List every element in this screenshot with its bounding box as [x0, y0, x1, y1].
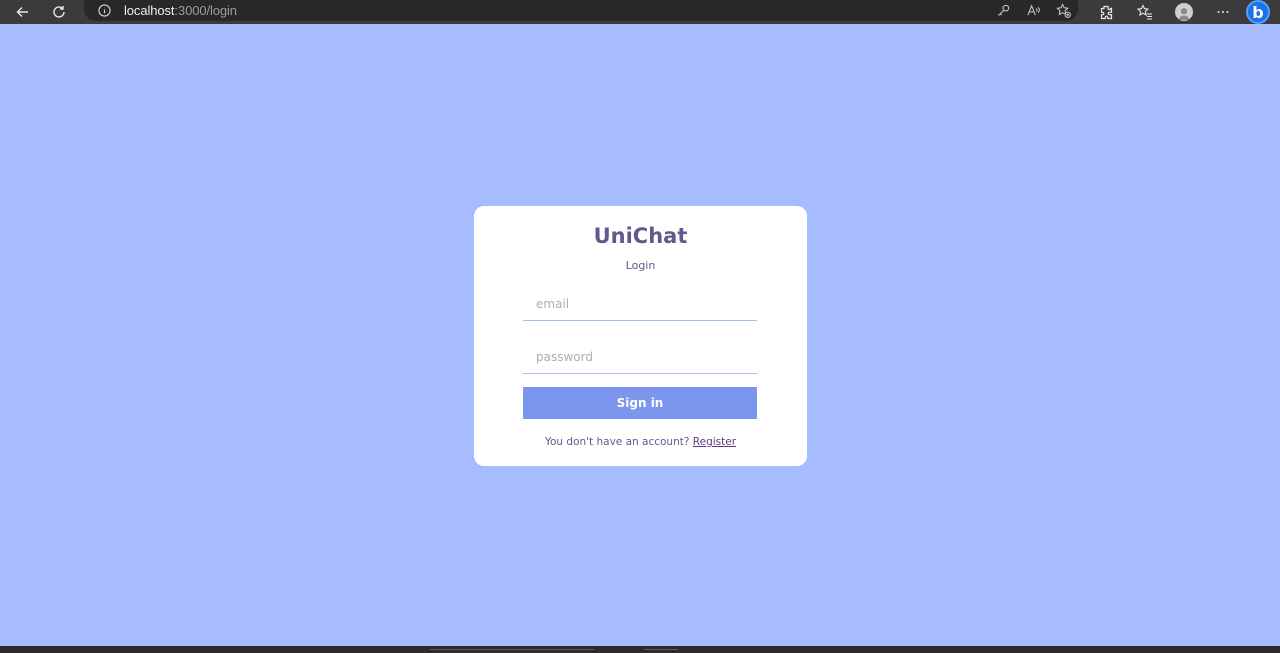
app-title: UniChat [593, 224, 688, 248]
register-prompt: You don't have an account? Register [474, 436, 807, 448]
sign-in-button[interactable]: Sign in [523, 387, 757, 419]
page-subtitle: Login [625, 259, 656, 272]
register-link[interactable]: Register [693, 436, 736, 448]
info-icon[interactable] [97, 4, 111, 18]
login-card: UniChat Login Sign in You don't have an … [474, 206, 807, 466]
key-icon[interactable] [988, 0, 1018, 21]
password-field[interactable] [523, 340, 757, 374]
browser-toolbar: localhost:3000/login b [0, 0, 1280, 24]
email-field[interactable] [523, 287, 757, 321]
profile-icon[interactable] [1164, 0, 1203, 24]
address-bar[interactable]: localhost:3000/login [84, 0, 1078, 21]
taskbar-strip [0, 646, 1280, 653]
register-prompt-text: You don't have an account? [544, 436, 690, 448]
url-text[interactable]: localhost:3000/login [124, 3, 237, 18]
favorites-icon[interactable] [1125, 0, 1164, 24]
extensions-icon[interactable] [1086, 0, 1125, 24]
refresh-icon[interactable] [41, 0, 77, 24]
read-aloud-icon[interactable] [1018, 0, 1048, 21]
avatar [1174, 3, 1193, 21]
bing-icon[interactable]: b [1244, 0, 1272, 24]
back-icon[interactable] [5, 0, 41, 24]
more-icon[interactable] [1203, 0, 1242, 24]
add-favorite-icon[interactable] [1048, 0, 1078, 21]
